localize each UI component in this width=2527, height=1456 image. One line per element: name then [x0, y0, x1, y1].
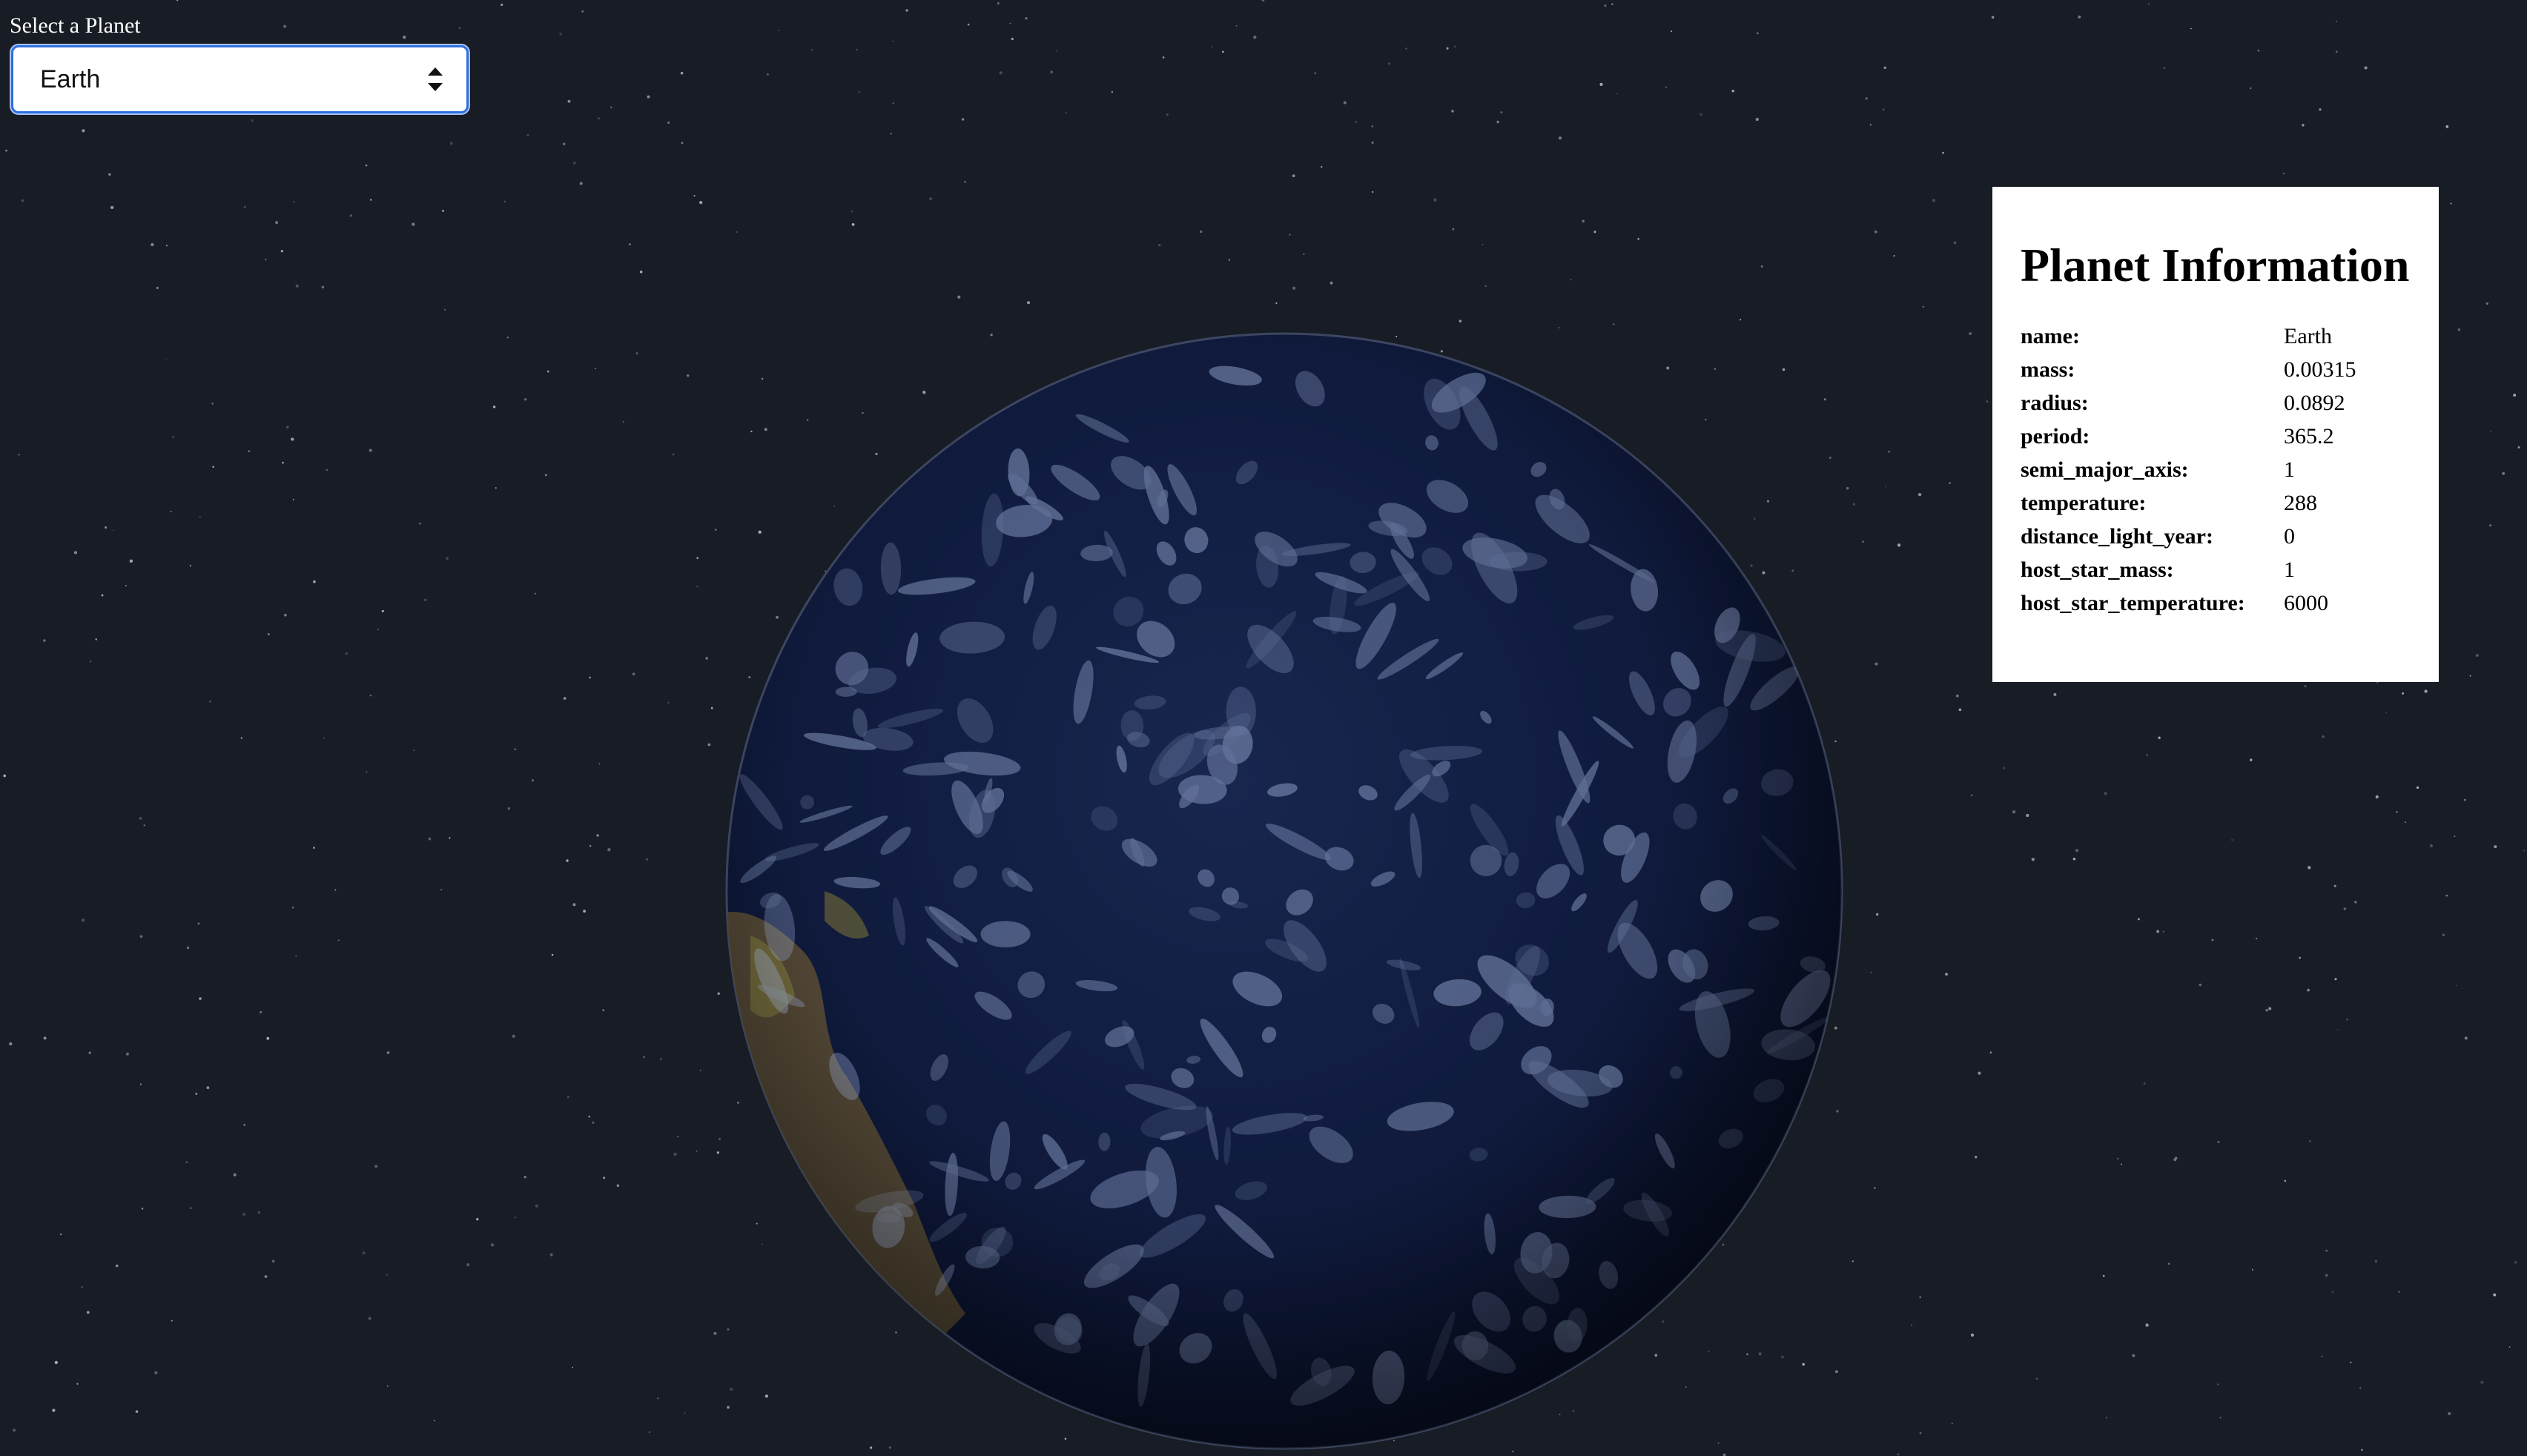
info-key: period: [2021, 423, 2090, 449]
info-value: 0.00315 [2284, 357, 2356, 382]
info-row-radius: radius: 0.0892 [2021, 386, 2356, 420]
info-row-temperature: temperature: 288 [2021, 486, 2356, 520]
info-key: semi_major_axis: [2021, 457, 2189, 482]
planet-info-panel: Planet Information name: Earth mass: 0.003… [1992, 187, 2439, 682]
info-row-distance-light-year: distance_light_year: 0 [2021, 520, 2356, 553]
info-row-mass: mass: 0.00315 [2021, 353, 2356, 386]
info-key: mass: [2021, 357, 2075, 382]
info-row-semi-major-axis: semi_major_axis: 1 [2021, 453, 2356, 486]
planet-select[interactable]: Earth [11, 45, 469, 113]
info-panel-title: Planet Information [2021, 239, 2410, 291]
info-row-name: name: Earth [2021, 320, 2356, 353]
info-value: 0 [2284, 523, 2295, 549]
info-value: 365.2 [2284, 423, 2334, 449]
planet-viewer: Select a Planet Earth Planet Information… [0, 0, 2527, 1456]
info-key: distance_light_year: [2021, 523, 2213, 549]
planet-info-table: name: Earth mass: 0.00315 radius: 0.0892 pe… [2021, 320, 2356, 620]
info-key: name: [2021, 323, 2080, 348]
info-value: 1 [2284, 457, 2295, 482]
select-planet-label: Select a Planet [10, 13, 141, 38]
info-value: 1 [2284, 557, 2295, 582]
info-key: host_star_mass: [2021, 557, 2174, 582]
info-value: 0.0892 [2284, 390, 2345, 415]
info-row-host-star-mass: host_star_mass: 1 [2021, 553, 2356, 586]
info-key: host_star_temperature: [2021, 590, 2245, 615]
info-value: 6000 [2284, 590, 2328, 615]
info-value: 288 [2284, 490, 2317, 515]
info-key: radius: [2021, 390, 2089, 415]
info-key: temperature: [2021, 490, 2147, 515]
chevron-updown-icon [426, 64, 444, 94]
planet-globe[interactable] [721, 328, 1848, 1455]
info-value: Earth [2284, 323, 2332, 348]
info-row-period: period: 365.2 [2021, 420, 2356, 453]
info-row-host-star-temperature: host_star_temperature: 6000 [2021, 586, 2356, 620]
planet-select-value: Earth [40, 64, 101, 93]
